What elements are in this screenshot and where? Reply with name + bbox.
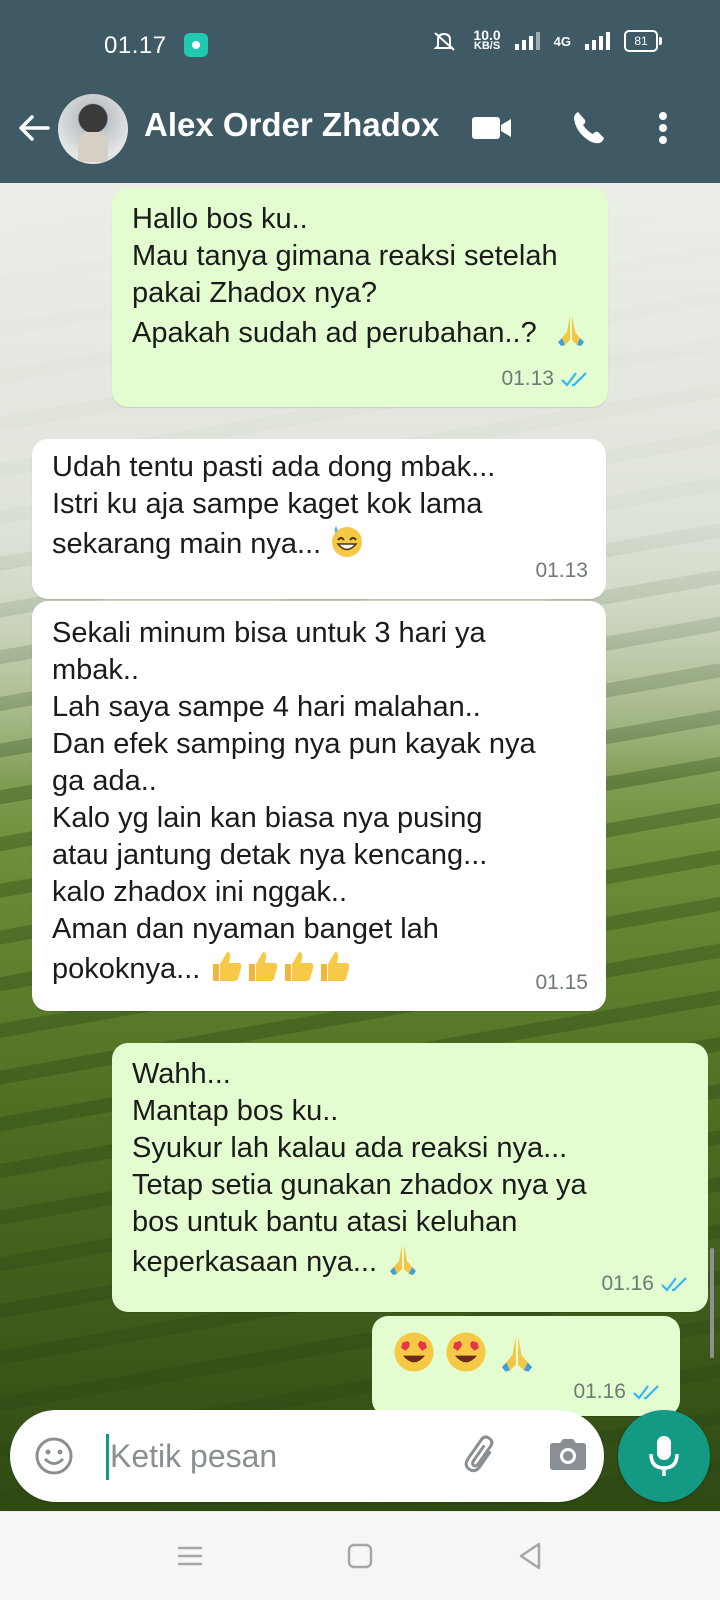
text-cursor bbox=[106, 1434, 109, 1480]
home-icon[interactable] bbox=[342, 1538, 378, 1574]
folded-hands-icon bbox=[390, 1245, 417, 1275]
back-nav-icon[interactable] bbox=[512, 1538, 548, 1574]
message-bubble-incoming[interactable]: Udah tentu pasti ada dong mbak... Istri … bbox=[32, 439, 606, 599]
status-bar: 01.17 10.0 KB/S 4G 81 bbox=[0, 0, 720, 78]
system-navigation-bar bbox=[0, 1512, 720, 1600]
network-speed: 10.0 KB/S bbox=[473, 28, 501, 52]
status-time: 01.17 bbox=[104, 32, 167, 59]
message-time: 01.13 bbox=[501, 367, 554, 390]
thumbs-up-icon bbox=[249, 952, 278, 981]
message-text: Udah tentu pasti ada dong mbak... Istri … bbox=[52, 451, 496, 560]
message-composer: Ketik pesan bbox=[10, 1410, 604, 1502]
message-meta: 01.13 bbox=[535, 552, 588, 589]
network-speed-unit: KB/S bbox=[473, 40, 501, 52]
voice-message-button[interactable] bbox=[618, 1410, 710, 1502]
message-time: 01.13 bbox=[535, 559, 588, 582]
folded-hands-icon bbox=[501, 1336, 533, 1372]
heart-eyes-icon bbox=[394, 1332, 434, 1372]
message-text: Wahh... Mantap bos ku.. Syukur lah kalau… bbox=[132, 1058, 587, 1278]
folded-hands-icon bbox=[557, 316, 584, 346]
attach-icon[interactable] bbox=[458, 1432, 504, 1478]
read-receipt-icon bbox=[633, 1384, 659, 1400]
message-input[interactable]: Ketik pesan bbox=[110, 1438, 277, 1475]
mute-icon bbox=[433, 32, 456, 51]
voice-call-icon[interactable] bbox=[568, 108, 612, 148]
grinning-sweat-icon bbox=[332, 526, 363, 557]
message-bubble-incoming[interactable]: Sekali minum bisa untuk 3 hari ya mbak..… bbox=[32, 601, 606, 1011]
camera-icon[interactable] bbox=[546, 1434, 590, 1476]
recent-apps-icon[interactable] bbox=[172, 1538, 208, 1574]
message-meta: 01.13 bbox=[501, 360, 590, 397]
thumbs-up-icon bbox=[321, 952, 350, 981]
message-time: 01.15 bbox=[535, 971, 588, 994]
message-meta: 01.16 bbox=[601, 1265, 690, 1302]
message-text: Hallo bos ku.. Mau tanya gimana reaksi s… bbox=[132, 203, 558, 349]
notification-app-icon bbox=[184, 33, 208, 57]
network-type: 4G bbox=[553, 33, 571, 49]
video-call-icon[interactable] bbox=[470, 108, 514, 148]
battery-indicator: 81 bbox=[624, 30, 662, 52]
message-bubble-outgoing[interactable]: Wahh... Mantap bos ku.. Syukur lah kalau… bbox=[112, 1043, 708, 1312]
contact-avatar[interactable] bbox=[58, 94, 128, 164]
chat-header: Alex Order Zhadox bbox=[0, 88, 720, 168]
message-meta: 01.15 bbox=[535, 964, 588, 1001]
message-time: 01.16 bbox=[601, 1272, 654, 1295]
app-bar: 01.17 10.0 KB/S 4G 81 Alex Order Zhadox bbox=[0, 0, 720, 183]
status-indicators: 10.0 KB/S 4G 81 bbox=[429, 28, 662, 52]
message-bubble-outgoing[interactable]: Hallo bos ku.. Mau tanya gimana reaksi s… bbox=[112, 188, 608, 407]
emoji-picker-icon[interactable] bbox=[32, 1434, 76, 1478]
microphone-icon bbox=[649, 1436, 679, 1476]
more-options-icon[interactable] bbox=[648, 108, 678, 148]
message-meta: 01.16 bbox=[573, 1373, 662, 1410]
signal-icon bbox=[514, 32, 540, 50]
message-bubble-outgoing[interactable]: 01.16 bbox=[372, 1316, 680, 1416]
thumbs-up-icon bbox=[213, 952, 242, 981]
scrollbar[interactable] bbox=[710, 1248, 714, 1358]
contact-name[interactable]: Alex Order Zhadox bbox=[144, 106, 439, 144]
heart-eyes-icon bbox=[446, 1332, 486, 1372]
signal-icon-2 bbox=[585, 32, 610, 50]
message-text: Sekali minum bisa untuk 3 hari ya mbak..… bbox=[52, 617, 536, 985]
read-receipt-icon bbox=[661, 1276, 687, 1292]
message-time: 01.16 bbox=[573, 1380, 626, 1403]
read-receipt-icon bbox=[561, 371, 587, 387]
back-arrow-icon[interactable] bbox=[16, 110, 52, 146]
chat-background[interactable]: Hallo bos ku.. Mau tanya gimana reaksi s… bbox=[0, 183, 720, 1511]
thumbs-up-icon bbox=[285, 952, 314, 981]
